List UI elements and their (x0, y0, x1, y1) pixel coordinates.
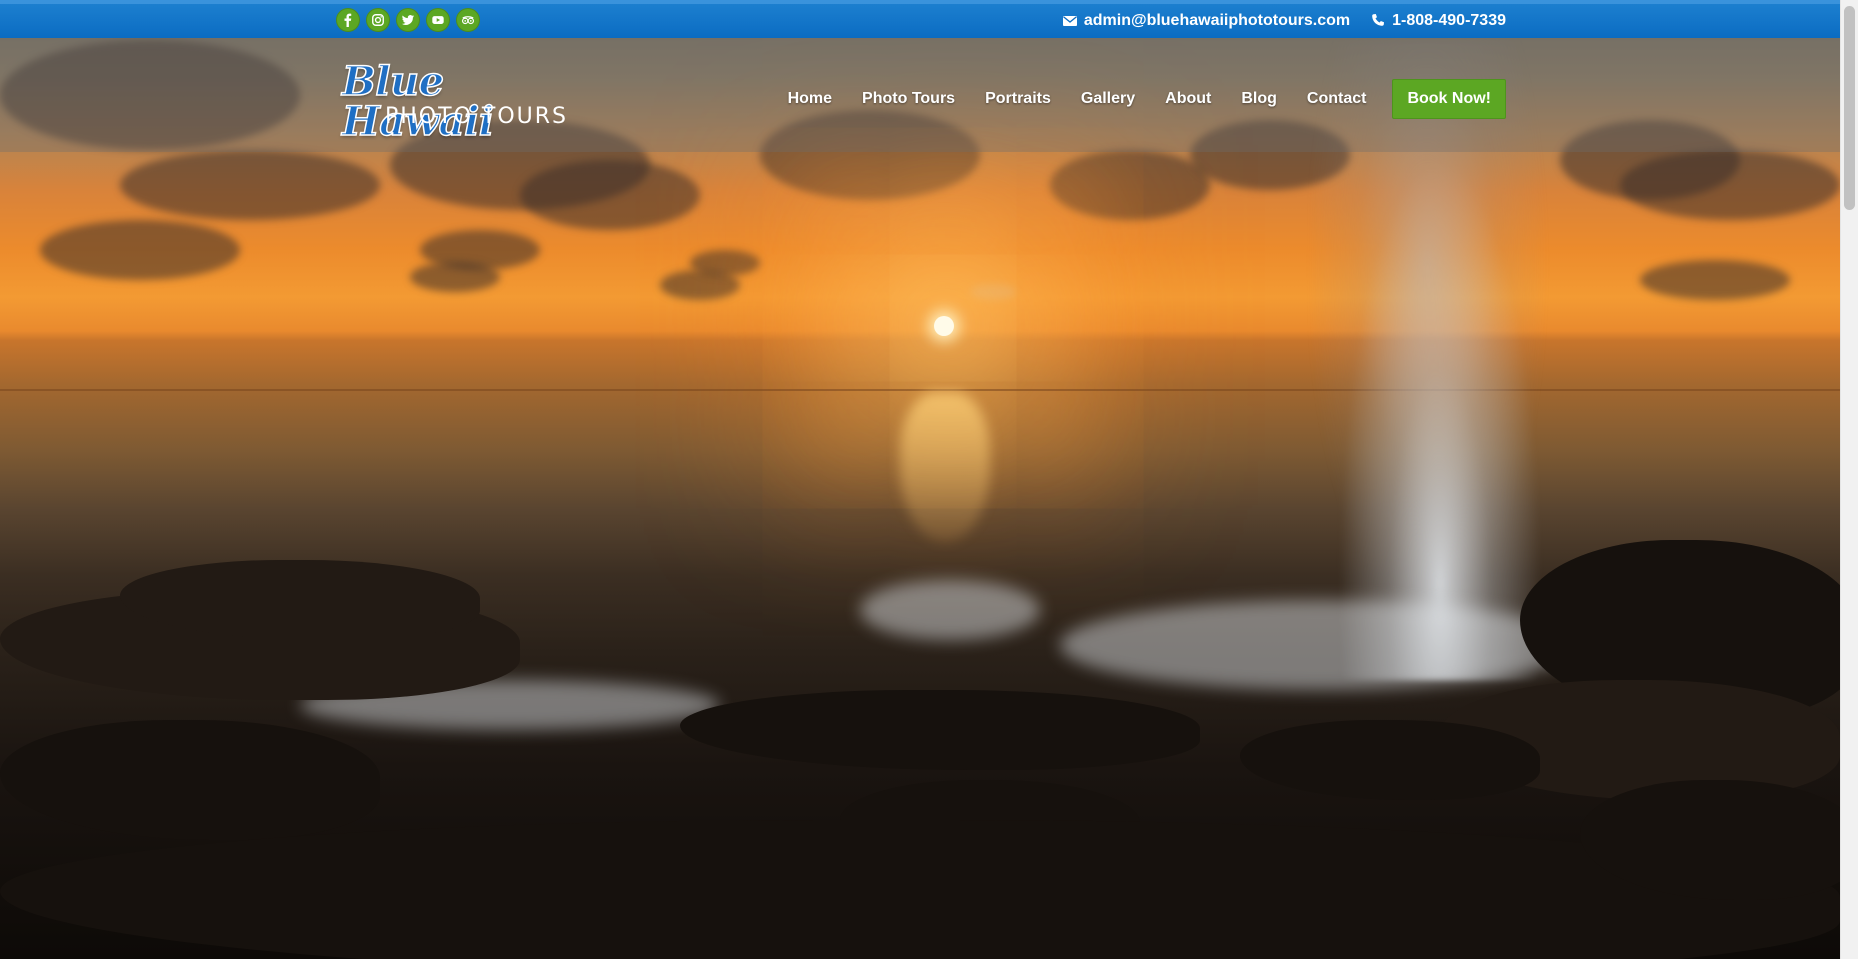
phone-link[interactable]: 1-808-490-7339 (1370, 12, 1506, 30)
contact-info: admin@bluehawaiiphototours.com 1-808-490… (1062, 12, 1506, 30)
page-scrollbar[interactable] (1840, 0, 1858, 959)
social-links (336, 8, 480, 32)
nav-about[interactable]: About (1165, 90, 1211, 108)
phone-text: 1-808-490-7339 (1392, 12, 1506, 29)
logo-subtitle: PHOTO TOURS (385, 104, 568, 129)
logo-script-text: Blue Hawaii (341, 58, 494, 145)
nav-portraits[interactable]: Portraits (985, 90, 1051, 108)
top-bar: admin@bluehawaiiphototours.com 1-808-490… (0, 0, 1840, 38)
nav-blog[interactable]: Blog (1241, 90, 1277, 108)
nav-contact[interactable]: Contact (1307, 90, 1367, 108)
site-logo[interactable]: Blue Hawaii PHOTO TOURS (340, 61, 572, 143)
youtube-icon[interactable] (426, 8, 450, 32)
book-now-button[interactable]: Book Now! (1392, 79, 1506, 119)
sun (934, 316, 954, 336)
email-text: admin@bluehawaiiphototours.com (1083, 12, 1351, 29)
facebook-icon[interactable] (336, 8, 360, 32)
nav-home[interactable]: Home (788, 90, 832, 108)
twitter-icon[interactable] (396, 8, 420, 32)
envelope-icon (1062, 16, 1077, 26)
main-nav: Home Photo Tours Portraits Gallery About… (758, 79, 1506, 119)
tripadvisor-icon[interactable] (456, 8, 480, 32)
instagram-icon[interactable] (366, 8, 390, 32)
email-link[interactable]: admin@bluehawaiiphototours.com (1062, 12, 1350, 30)
scrollbar-thumb[interactable] (1844, 6, 1855, 210)
nav-photo-tours[interactable]: Photo Tours (862, 90, 955, 108)
nav-gallery[interactable]: Gallery (1081, 90, 1135, 108)
phone-icon (1372, 14, 1385, 26)
